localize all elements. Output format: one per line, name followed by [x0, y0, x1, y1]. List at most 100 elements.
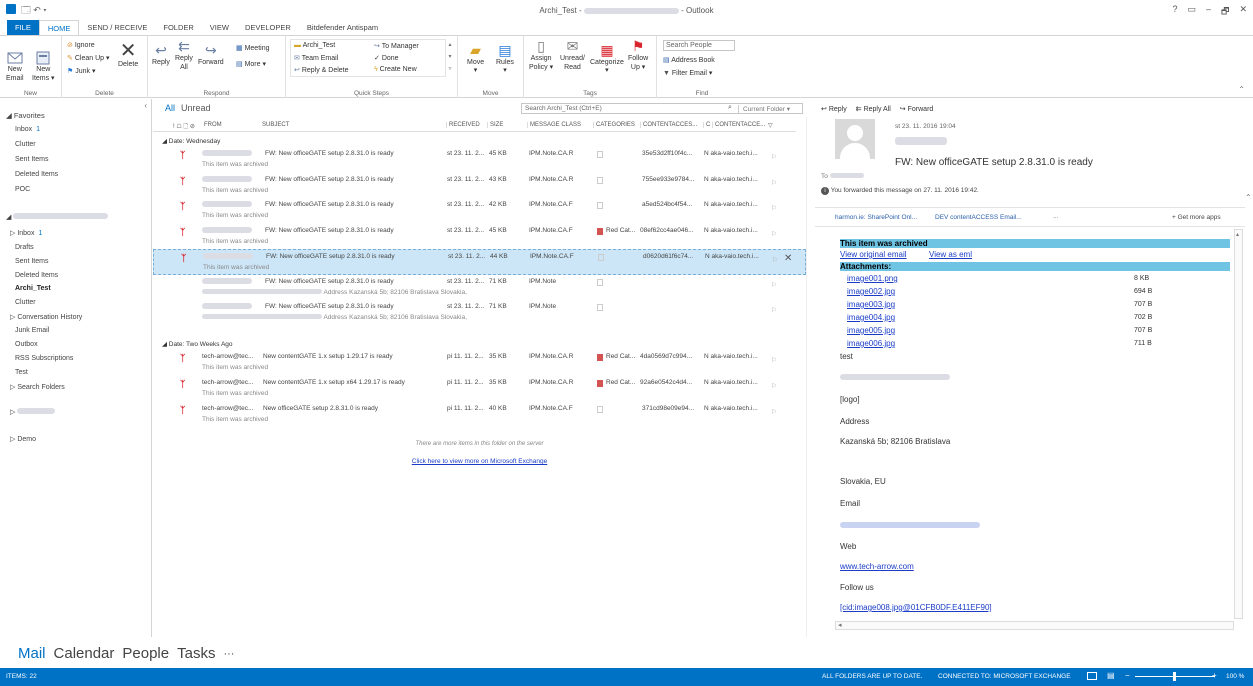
- folder-outbox[interactable]: Outbox: [15, 341, 38, 348]
- table-row[interactable]: FW: New officeGATE setup 2.8.31.0 is rea…: [153, 275, 806, 301]
- body-web-link[interactable]: www.tech-arrow.com: [840, 562, 914, 571]
- view-eml-link[interactable]: View as eml: [929, 250, 972, 259]
- ribbon-display-icon[interactable]: ▭: [1187, 4, 1196, 20]
- table-row[interactable]: FW: New officeGATE setup 2.8.31.0 is rea…: [153, 300, 806, 326]
- col-size[interactable]: SIZE: [487, 122, 503, 128]
- attachment-link[interactable]: image002.jpg: [847, 287, 895, 296]
- col-categories[interactable]: CATEGORIES: [593, 122, 635, 128]
- tab-view[interactable]: VIEW: [202, 20, 237, 35]
- search-people-input[interactable]: Search People: [663, 40, 735, 51]
- quickstep-done[interactable]: ✓ Done: [374, 54, 399, 62]
- folder-test[interactable]: Test: [15, 369, 28, 376]
- fav-poc[interactable]: POC: [15, 186, 30, 193]
- col-c[interactable]: C: [703, 122, 710, 128]
- folder-rss[interactable]: RSS Subscriptions: [15, 355, 73, 362]
- folder-drafts[interactable]: Drafts: [15, 244, 34, 251]
- folder-junk[interactable]: Junk Email: [15, 327, 49, 334]
- move-button[interactable]: ▰ Move ▾: [467, 42, 484, 74]
- reading-view-icon[interactable]: ▤: [1107, 671, 1115, 680]
- flag-icon[interactable]: ⚐: [771, 382, 777, 390]
- table-row[interactable]: ᛉ tech-arrow@tec... New contentGATE 1.x se…: [153, 376, 806, 402]
- folder-clutter[interactable]: Clutter: [15, 299, 36, 306]
- body-hscrollbar[interactable]: ◂: [835, 621, 1234, 630]
- search-icon[interactable]: ⌕: [728, 104, 732, 112]
- nav-people[interactable]: People: [122, 645, 169, 663]
- attachment-link[interactable]: image005.jpg: [847, 326, 895, 335]
- nav-more[interactable]: ···: [223, 645, 234, 663]
- forward-button[interactable]: ↪ Forward: [198, 42, 224, 66]
- other-mailbox[interactable]: ▷: [10, 408, 56, 416]
- tab-folder[interactable]: FOLDER: [155, 20, 201, 35]
- mailbox-header[interactable]: ◢: [6, 213, 109, 221]
- collapse-pane-icon[interactable]: ‹: [144, 101, 147, 110]
- flag-icon[interactable]: ⚐: [771, 306, 777, 314]
- col-received[interactable]: RECEIVED: [446, 122, 480, 128]
- body-email-link[interactable]: [840, 521, 980, 530]
- filter-unread[interactable]: Unread: [181, 103, 211, 113]
- folder-search-folders[interactable]: ▷ Search Folders: [10, 383, 65, 391]
- fav-inbox[interactable]: Inbox 1: [15, 126, 40, 133]
- reply-all-button[interactable]: ⇇ Reply All: [175, 39, 193, 72]
- rules-button[interactable]: ▤ Rules ▾: [496, 42, 514, 74]
- flag-icon[interactable]: ⚐: [771, 179, 777, 187]
- nav-mail[interactable]: Mail: [18, 645, 46, 663]
- more-respond-button[interactable]: ▤ More ▾: [236, 60, 266, 68]
- reply-button[interactable]: ↩ Reply: [152, 42, 170, 66]
- collapse-ribbon-icon[interactable]: ⌃: [1238, 85, 1245, 94]
- quickstep-create-new[interactable]: ϟ Create New: [374, 66, 417, 73]
- tab-developer[interactable]: DEVELOPER: [237, 20, 299, 35]
- gallery-scroll[interactable]: ▴ ▾ ▿: [446, 39, 454, 77]
- junk-button[interactable]: ⚑ Junk ▾: [67, 67, 95, 75]
- folder-demo[interactable]: ▷ Demo: [10, 435, 36, 443]
- quickstep-archi-test[interactable]: ▬ Archi_Test: [294, 42, 335, 49]
- reading-forward-button[interactable]: ↪ Forward: [900, 105, 934, 113]
- col-from[interactable]: FROM: [204, 122, 222, 128]
- body-vscrollbar[interactable]: ▴: [1234, 229, 1243, 619]
- address-book-button[interactable]: ▤ Address Book: [663, 56, 715, 64]
- reading-reply-all-button[interactable]: ⇇ Reply All: [856, 105, 891, 113]
- zoom-in-icon[interactable]: +: [1212, 671, 1217, 680]
- search-input[interactable]: Search Archi_Test (Ctrl+E): [525, 105, 602, 112]
- folder-inbox[interactable]: ▷ Inbox 1: [10, 229, 42, 237]
- reading-reply-button[interactable]: ↩ Reply: [821, 105, 847, 113]
- table-row[interactable]: ᛉ tech-arrow@tec... New officeGATE setup 2…: [153, 402, 806, 428]
- addin-harmonie[interactable]: harmon.ie: SharePoint Onl...: [835, 214, 917, 221]
- zoom-thumb[interactable]: [1173, 672, 1176, 681]
- body-cid-link[interactable]: [cid:image008.jpg@01CFB0DF.E411EF90]: [840, 603, 992, 612]
- table-row[interactable]: ᛉ FW: New officeGATE setup 2.8.31.0 is re…: [153, 224, 806, 250]
- delete-row-icon[interactable]: ✕: [784, 253, 792, 264]
- assign-policy-button[interactable]: ▯ Assign Policy ▾: [529, 39, 553, 72]
- col-contentaccess[interactable]: CONTENTACCES...: [640, 122, 697, 128]
- view-original-link[interactable]: View original email: [840, 250, 907, 259]
- flag-icon[interactable]: ⚐: [771, 204, 777, 212]
- folder-sent[interactable]: Sent Items: [15, 258, 48, 265]
- fav-sent[interactable]: Sent Items: [15, 156, 48, 163]
- addin-contentaccess[interactable]: DEV contentACCESS Email...: [935, 214, 1022, 221]
- attachment-link[interactable]: image003.jpg: [847, 300, 895, 309]
- normal-view-icon[interactable]: [1087, 672, 1097, 680]
- group-header-wednesday[interactable]: ◢ Date: Wednesday: [162, 137, 220, 145]
- table-row[interactable]: ᛉ FW: New officeGATE setup 2.8.31.0 is re…: [153, 147, 806, 173]
- close-icon[interactable]: ✕: [1239, 4, 1247, 20]
- flag-icon[interactable]: ⚐: [772, 256, 778, 264]
- quickstep-team-email[interactable]: ✉ Team Email: [294, 54, 338, 62]
- minimize-icon[interactable]: –: [1206, 4, 1211, 20]
- list-scrollbar[interactable]: [806, 117, 813, 637]
- table-row[interactable]: ᛉ FW: New officeGATE setup 2.8.31.0 is re…: [153, 249, 806, 275]
- attachment-link[interactable]: image004.jpg: [847, 313, 895, 322]
- categorize-button[interactable]: ▦ Categorize ▾: [590, 42, 624, 74]
- filter-email-button[interactable]: ▼ Filter Email ▾: [663, 69, 712, 77]
- quickstep-reply-delete[interactable]: ↩ Reply & Delete: [294, 66, 349, 74]
- view-more-link[interactable]: Click here to view more on Microsoft Exc…: [153, 458, 806, 465]
- tab-home[interactable]: HOME: [38, 19, 80, 36]
- flag-icon[interactable]: ⚐: [771, 356, 777, 364]
- ignore-button[interactable]: ⊘ Ignore: [67, 41, 95, 49]
- tab-bitdefender[interactable]: Bitdefender Antispam: [299, 20, 386, 35]
- new-items-button[interactable]: New Items ▾: [32, 42, 55, 83]
- folder-archi-test[interactable]: Archi_Test: [15, 285, 51, 292]
- new-email-button[interactable]: New Email: [6, 42, 24, 83]
- fav-deleted[interactable]: Deleted Items: [15, 171, 58, 178]
- col-icons[interactable]: ! ☖ 🗋 ⊘: [173, 122, 195, 132]
- attachment-link[interactable]: image006.jpg: [847, 339, 895, 348]
- col-contentaccess2[interactable]: CONTENTACCE...: [712, 122, 765, 128]
